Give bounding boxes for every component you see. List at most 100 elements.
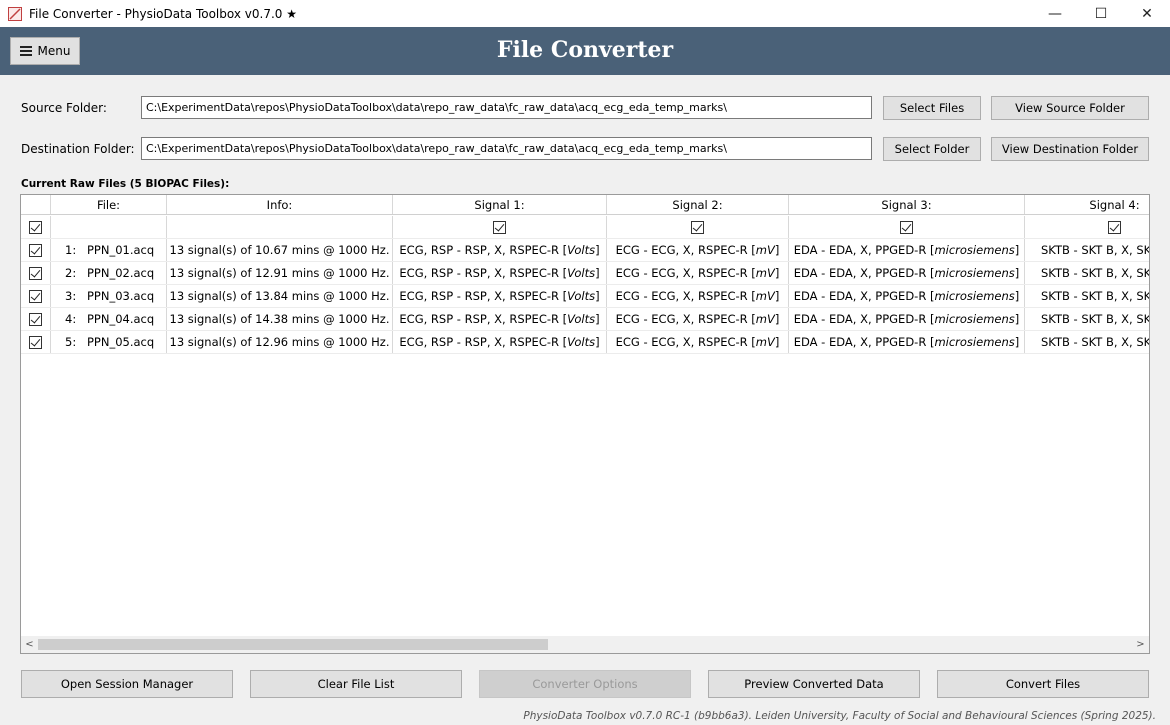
view-destination-folder-button[interactable]: View Destination Folder: [991, 137, 1149, 161]
signal-1-description: ECG, RSP - RSP, X, RSPEC-R [: [399, 335, 568, 349]
table-header: File: Info: Signal 1: Signal 2: Signal 3…: [21, 195, 1149, 215]
signal-1-cell: ECG, RSP - RSP, X, RSPEC-R [Volts]: [393, 262, 607, 284]
table-row[interactable]: 2: PPN_02.acq 13 signal(s) of 12.91 mins @…: [21, 262, 1149, 285]
raw-files-table[interactable]: File: Info: Signal 1: Signal 2: Signal 3…: [20, 194, 1150, 654]
scroll-left-icon[interactable]: <: [21, 636, 38, 653]
app-icon: [8, 6, 22, 21]
minimize-icon[interactable]: —: [1032, 0, 1078, 27]
select-folder-button[interactable]: Select Folder: [883, 137, 981, 161]
signal-2-cell: ECG - ECG, X, RSPEC-R [mV]: [607, 239, 789, 261]
file-name-cell: 3: PPN_03.acq: [51, 285, 167, 307]
signal-4-description: SKTB - SKT B, X, SKT2: [1041, 289, 1150, 303]
header-file: File:: [51, 195, 167, 214]
signal-4-description: SKTB - SKT B, X, SKT2: [1041, 243, 1150, 257]
signal-1-checkbox[interactable]: [493, 220, 506, 234]
signal-3-checkbox[interactable]: [900, 220, 913, 234]
signal-1-select-cell: [393, 216, 607, 238]
signal-3-cell: EDA - EDA, X, PPGED-R [microsiemens]: [789, 285, 1025, 307]
destination-folder-label: Destination Folder:: [21, 142, 135, 156]
signal-2-description: ECG - ECG, X, RSPEC-R [: [615, 266, 756, 280]
row-select-cell: [21, 331, 51, 353]
page-title: File Converter: [496, 37, 674, 63]
signal-2-bracket: ]: [774, 266, 780, 280]
signal-3-description: EDA - EDA, X, PPGED-R [: [793, 266, 935, 280]
signal-4-select-cell: [1025, 216, 1149, 238]
convert-files-button[interactable]: Convert Files: [937, 670, 1149, 698]
row-select-cell: [21, 308, 51, 330]
signal-4-checkbox[interactable]: [1108, 220, 1121, 234]
scrollbar-thumb[interactable]: [38, 639, 548, 650]
file-name: PPN_03.acq: [87, 289, 155, 303]
signal-1-unit: Volts: [567, 312, 596, 326]
signal-2-description: ECG - ECG, X, RSPEC-R [: [615, 335, 756, 349]
signal-2-cell: ECG - ECG, X, RSPEC-R [mV]: [607, 308, 789, 330]
select-files-button[interactable]: Select Files: [883, 96, 981, 120]
signal-1-description: ECG, RSP - RSP, X, RSPEC-R [: [399, 243, 568, 257]
signal-2-cell: ECG - ECG, X, RSPEC-R [mV]: [607, 285, 789, 307]
destination-folder-input[interactable]: C:\ExperimentData\repos\PhysioDataToolbo…: [141, 137, 872, 160]
signal-1-bracket: ]: [595, 312, 600, 326]
source-folder-input[interactable]: C:\ExperimentData\repos\PhysioDataToolbo…: [141, 96, 872, 119]
file-info-cell: 13 signal(s) of 13.84 mins @ 1000 Hz.: [167, 285, 393, 307]
signal-4-cell: SKTB - SKT B, X, SKT2: [1025, 331, 1149, 353]
row-checkbox[interactable]: [29, 243, 42, 257]
signal-1-description: ECG, RSP - RSP, X, RSPEC-R [: [399, 312, 568, 326]
view-source-folder-button[interactable]: View Source Folder: [991, 96, 1149, 120]
preview-converted-data-button[interactable]: Preview Converted Data: [708, 670, 920, 698]
file-name: PPN_05.acq: [87, 335, 155, 349]
table-row[interactable]: 5: PPN_05.acq 13 signal(s) of 12.96 mins @…: [21, 331, 1149, 354]
signal-2-description: ECG - ECG, X, RSPEC-R [: [615, 289, 756, 303]
row-select-cell: [21, 285, 51, 307]
close-icon[interactable]: ✕: [1124, 0, 1170, 27]
signal-2-cell: ECG - ECG, X, RSPEC-R [mV]: [607, 262, 789, 284]
signal-2-bracket: ]: [774, 289, 780, 303]
file-name: PPN_01.acq: [87, 243, 155, 257]
row-checkbox[interactable]: [29, 312, 42, 326]
file-info-cell: 13 signal(s) of 12.91 mins @ 1000 Hz.: [167, 262, 393, 284]
file-name-cell: 1: PPN_01.acq: [51, 239, 167, 261]
signal-4-cell: SKTB - SKT B, X, SKT2: [1025, 262, 1149, 284]
row-select-cell: [21, 262, 51, 284]
signal-2-checkbox[interactable]: [691, 220, 704, 234]
open-session-manager-button[interactable]: Open Session Manager: [21, 670, 233, 698]
menu-button[interactable]: Menu: [10, 37, 80, 65]
scroll-right-icon[interactable]: >: [1132, 636, 1149, 653]
signal-3-cell: EDA - EDA, X, PPGED-R [microsiemens]: [789, 331, 1025, 353]
signal-2-bracket: ]: [774, 312, 780, 326]
signal-1-bracket: ]: [595, 289, 600, 303]
maximize-icon[interactable]: ☐: [1078, 0, 1124, 27]
signal-3-select-cell: [789, 216, 1025, 238]
signal-3-description: EDA - EDA, X, PPGED-R [: [793, 335, 935, 349]
row-checkbox[interactable]: [29, 335, 42, 349]
clear-file-list-button[interactable]: Clear File List: [250, 670, 462, 698]
signal-2-description: ECG - ECG, X, RSPEC-R [: [615, 243, 756, 257]
header-signal-2: Signal 2:: [607, 195, 789, 214]
file-info: 13 signal(s) of 12.91 mins @ 1000 Hz.: [169, 266, 390, 280]
select-all-checkbox[interactable]: [29, 220, 42, 234]
file-name-cell: 2: PPN_02.acq: [51, 262, 167, 284]
signal-4-description: SKTB - SKT B, X, SKT2: [1041, 312, 1150, 326]
footer-version-text: PhysioData Toolbox v0.7.0 RC-1 (b9bb6a3)…: [523, 710, 1156, 722]
signal-3-cell: EDA - EDA, X, PPGED-R [microsiemens]: [789, 239, 1025, 261]
signal-2-unit: mV: [755, 289, 775, 303]
signal-1-unit: Volts: [567, 243, 596, 257]
header-select-col: [21, 195, 51, 214]
file-info-cell: 13 signal(s) of 14.38 mins @ 1000 Hz.: [167, 308, 393, 330]
signal-2-unit: mV: [755, 335, 775, 349]
signal-3-description: EDA - EDA, X, PPGED-R [: [793, 289, 935, 303]
signal-2-bracket: ]: [774, 335, 780, 349]
table-row[interactable]: 1: PPN_01.acq 13 signal(s) of 10.67 mins @…: [21, 239, 1150, 262]
file-info: 13 signal(s) of 14.38 mins @ 1000 Hz.: [169, 312, 390, 326]
signal-3-unit: microsiemens: [934, 266, 1015, 280]
table-row[interactable]: 4: PPN_04.acq 13 signal(s) of 14.38 mins @…: [21, 308, 1150, 331]
horizontal-scrollbar[interactable]: < >: [21, 636, 1149, 653]
signal-3-description: EDA - EDA, X, PPGED-R [: [793, 312, 935, 326]
row-checkbox[interactable]: [29, 266, 42, 280]
signal-3-bracket: ]: [1014, 266, 1020, 280]
table-row[interactable]: 3: PPN_03.acq 13 signal(s) of 13.84 mins @…: [21, 285, 1150, 308]
source-folder-label: Source Folder:: [21, 101, 107, 115]
signal-4-cell: SKTB - SKT B, X, SKT2: [1025, 308, 1150, 330]
row-checkbox[interactable]: [29, 289, 42, 303]
converter-options-button[interactable]: Converter Options: [479, 670, 691, 698]
signal-3-unit: microsiemens: [934, 243, 1015, 257]
